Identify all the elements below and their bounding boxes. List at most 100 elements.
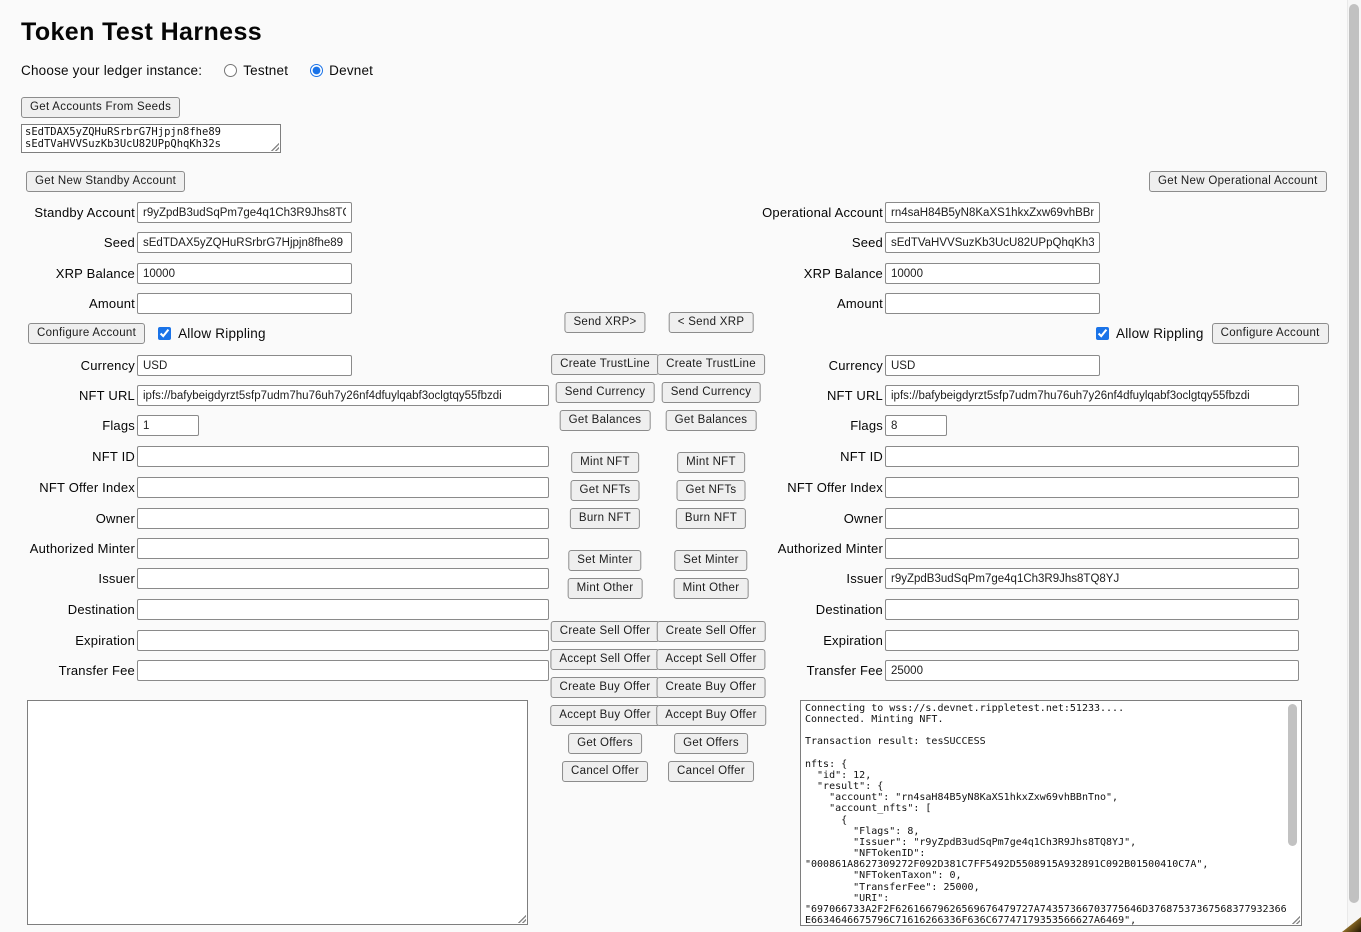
standby-issuer-row: Issuer — [0, 568, 549, 589]
operational-allow-rippling-checkbox[interactable] — [1096, 327, 1109, 340]
standby-results-textarea[interactable] — [27, 700, 528, 925]
operational-mint-other-button[interactable]: Mint Other — [674, 578, 749, 599]
operational-expiration-input[interactable] — [885, 630, 1299, 651]
operational-send-xrp-button[interactable]: < Send XRP — [669, 312, 754, 333]
standby-mint-other-button[interactable]: Mint Other — [568, 578, 643, 599]
operational-account-label: Operational Account — [748, 205, 883, 220]
standby-authorized-minter-label: Authorized Minter — [0, 541, 135, 556]
operational-owner-input[interactable] — [885, 508, 1299, 529]
standby-destination-label: Destination — [0, 602, 135, 617]
operational-get-offers-button[interactable]: Get Offers — [674, 733, 748, 754]
operational-flags-row: Flags — [748, 415, 947, 436]
operational-get-nfts-button[interactable]: Get NFTs — [677, 480, 746, 501]
standby-send-xrp-button[interactable]: Send XRP> — [564, 312, 645, 333]
operational-mint-nft-button[interactable]: Mint NFT — [677, 452, 745, 473]
standby-destination-input[interactable] — [137, 599, 549, 620]
standby-authorized-minter-input[interactable] — [137, 538, 549, 559]
operational-send-currency-button[interactable]: Send Currency — [662, 382, 761, 403]
standby-transfer-fee-input[interactable] — [137, 660, 549, 681]
standby-issuer-input[interactable] — [137, 568, 549, 589]
operational-nft-url-input[interactable] — [885, 385, 1299, 406]
operational-amount-label: Amount — [748, 296, 883, 311]
standby-mint-nft-button[interactable]: Mint NFT — [571, 452, 639, 473]
operational-results-textarea[interactable]: Connecting to wss://s.devnet.rippletest.… — [800, 700, 1302, 926]
operational-configure-row: Allow Rippling Configure Account — [1096, 323, 1329, 344]
standby-xrp-balance-input[interactable] — [137, 263, 352, 284]
standby-xrp-balance-label: XRP Balance — [0, 266, 135, 281]
standby-nft-url-input[interactable] — [137, 385, 549, 406]
operational-nft-offer-index-input[interactable] — [885, 477, 1299, 498]
operational-account-row: Operational Account — [748, 202, 1100, 223]
standby-nft-url-label: NFT URL — [0, 388, 135, 403]
standby-cancel-offer-button[interactable]: Cancel Offer — [562, 761, 648, 782]
standby-get-nfts-button[interactable]: Get NFTs — [571, 480, 640, 501]
standby-get-offers-button[interactable]: Get Offers — [568, 733, 642, 754]
operational-owner-row: Owner — [748, 508, 1299, 529]
operational-currency-input[interactable] — [885, 355, 1100, 376]
standby-owner-row: Owner — [0, 508, 549, 529]
operational-destination-label: Destination — [748, 602, 883, 617]
standby-flags-input[interactable] — [137, 415, 199, 436]
operational-cancel-offer-button[interactable]: Cancel Offer — [668, 761, 754, 782]
operational-issuer-input[interactable] — [885, 568, 1299, 589]
radio-option-devnet: Devnet — [310, 63, 373, 78]
operational-nft-offer-index-row: NFT Offer Index — [748, 477, 1299, 498]
standby-expiration-row: Expiration — [0, 630, 549, 651]
operational-xrp-balance-row: XRP Balance — [748, 263, 1100, 284]
devnet-radio[interactable] — [310, 64, 323, 77]
operational-accept-buy-offer-button[interactable]: Accept Buy Offer — [656, 705, 766, 726]
standby-expiration-input[interactable] — [137, 630, 549, 651]
standby-account-row: Standby Account — [0, 202, 352, 223]
get-new-standby-account-button[interactable]: Get New Standby Account — [26, 171, 185, 192]
standby-seed-input[interactable] — [137, 232, 352, 253]
operational-flags-input[interactable] — [885, 415, 947, 436]
standby-nft-offer-index-input[interactable] — [137, 477, 549, 498]
operational-flags-label: Flags — [748, 418, 883, 433]
operational-burn-nft-button[interactable]: Burn NFT — [676, 508, 746, 529]
standby-destination-row: Destination — [0, 599, 549, 620]
standby-send-currency-button[interactable]: Send Currency — [556, 382, 655, 403]
standby-currency-input[interactable] — [137, 355, 352, 376]
standby-allow-rippling-checkbox[interactable] — [158, 327, 171, 340]
standby-nft-offer-index-label: NFT Offer Index — [0, 480, 135, 495]
operational-authorized-minter-input[interactable] — [885, 538, 1299, 559]
operational-transfer-fee-input[interactable] — [885, 660, 1299, 681]
standby-create-trustline-button[interactable]: Create TrustLine — [551, 354, 659, 375]
operational-nft-url-row: NFT URL — [748, 385, 1299, 406]
operational-create-buy-offer-button[interactable]: Create Buy Offer — [657, 677, 766, 698]
standby-create-buy-offer-button[interactable]: Create Buy Offer — [551, 677, 660, 698]
standby-get-balances-button[interactable]: Get Balances — [560, 410, 651, 431]
page-scrollbar-thumb[interactable] — [1349, 4, 1359, 903]
operational-account-input[interactable] — [885, 202, 1100, 223]
operational-destination-input[interactable] — [885, 599, 1299, 620]
standby-burn-nft-button[interactable]: Burn NFT — [570, 508, 640, 529]
standby-accept-buy-offer-button[interactable]: Accept Buy Offer — [550, 705, 660, 726]
operational-amount-input[interactable] — [885, 293, 1100, 314]
standby-amount-input[interactable] — [137, 293, 352, 314]
standby-currency-label: Currency — [0, 358, 135, 373]
standby-configure-account-button[interactable]: Configure Account — [28, 323, 145, 344]
get-accounts-from-seeds-button[interactable]: Get Accounts From Seeds — [21, 97, 180, 118]
operational-configure-account-button[interactable]: Configure Account — [1212, 323, 1329, 344]
operational-create-trustline-button[interactable]: Create TrustLine — [657, 354, 765, 375]
seeds-textarea[interactable]: sEdTDAX5yZQHuRSrbrG7Hjpjn8fhe89 sEdTVaHV… — [21, 124, 281, 153]
standby-create-sell-offer-button[interactable]: Create Sell Offer — [551, 621, 660, 642]
standby-accept-sell-offer-button[interactable]: Accept Sell Offer — [550, 649, 659, 670]
token-test-harness-page: Token Test Harness Choose your ledger in… — [0, 0, 1361, 932]
standby-flags-label: Flags — [0, 418, 135, 433]
results-scrollbar-thumb[interactable] — [1288, 704, 1297, 846]
operational-create-sell-offer-button[interactable]: Create Sell Offer — [657, 621, 766, 642]
operational-accept-sell-offer-button[interactable]: Accept Sell Offer — [656, 649, 765, 670]
standby-nft-id-input[interactable] — [137, 446, 549, 467]
operational-amount-row: Amount — [748, 293, 1100, 314]
standby-set-minter-button[interactable]: Set Minter — [568, 550, 641, 571]
standby-account-input[interactable] — [137, 202, 352, 223]
standby-owner-input[interactable] — [137, 508, 549, 529]
operational-xrp-balance-input[interactable] — [885, 263, 1100, 284]
operational-seed-input[interactable] — [885, 232, 1100, 253]
get-new-operational-account-button[interactable]: Get New Operational Account — [1149, 171, 1327, 192]
testnet-radio[interactable] — [224, 64, 237, 77]
operational-get-balances-button[interactable]: Get Balances — [666, 410, 757, 431]
operational-set-minter-button[interactable]: Set Minter — [674, 550, 747, 571]
operational-nft-id-input[interactable] — [885, 446, 1299, 467]
